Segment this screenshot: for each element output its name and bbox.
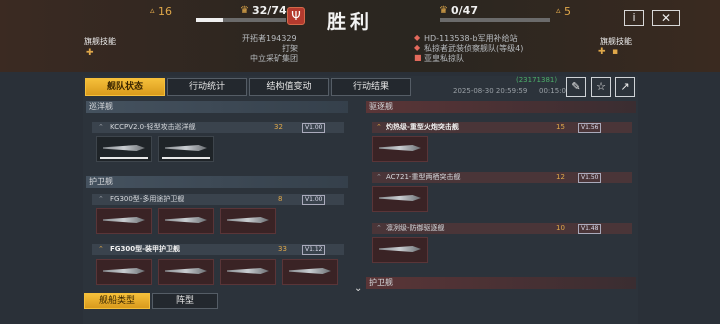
right-skill-icon-1[interactable]: ✚ [598,47,606,57]
chevron-icon: ⌃ [376,224,382,232]
cruiser-count: 32 [274,123,283,131]
battle-header: ▵ 16 ♛ 32/74 Ψ 胜利 ♛ 0/47 ▵ 5 i ✕ 旗舰技能 ✚ … [0,0,720,72]
tab-formation[interactable]: 阵型 [152,293,218,309]
chevron-icon: ⌃ [376,173,382,181]
ship-image [379,195,421,201]
ship-image [379,246,421,252]
escort-1-level: V1.00 [302,195,326,205]
escort-row-1[interactable]: ⌃ FG300型-多用途护卫舰 8 V1.00 [92,194,344,205]
close-button[interactable]: ✕ [652,10,680,26]
tab-action-stats[interactable]: 行动统计 [167,78,247,96]
destroyer-row-3[interactable]: ⌃ 凛冽级-防御驱逐舰 10 V1.48 [372,223,632,234]
escort-2-card-1[interactable] [96,259,152,285]
ship-image [103,145,145,151]
destroyer-section-header: 驱逐舰 [366,101,636,113]
destroyer-2-name: AC721-重型两栖突击舰 [386,173,461,181]
right-triangle-icon: ▵ [556,6,561,16]
ship-image [103,268,145,274]
escort-2-count: 33 [278,245,287,253]
share-report-icon[interactable]: ✎ [566,77,586,97]
destroyer-2-level: V1.50 [578,173,602,183]
destroyer-3-card[interactable] [372,237,428,263]
report-tag: (23171381) [516,76,558,84]
destroyer-2-count: 12 [556,173,565,181]
escort-row-2[interactable]: ⌃ FG300型-装甲护卫舰 33 V1.12 [92,244,344,255]
escort-2-card-2[interactable] [158,259,214,285]
escort-2-level: V1.12 [302,245,326,255]
destroyer-row-2[interactable]: ⌃ AC721-重型两栖突击舰 12 V1.50 [372,172,632,183]
destroyer-row-1[interactable]: ⌃ 灼热级-重型火炮突击舰 15 V1.56 [372,122,632,133]
ship-image [227,217,269,223]
cruiser-name: KCCPV2.0-轻型攻击巡洋舰 [110,123,196,131]
cruiser-card-1[interactable] [96,136,152,162]
report-time: 2025-08-30 20:59:59 [453,87,528,95]
scroll-down-chevron-icon[interactable]: ⌄ [354,283,362,294]
left-line-3: 中立采矿集团 [250,54,298,63]
right-score: 0/47 [451,4,478,17]
result-title: 胜利 [327,11,374,33]
ship-image [227,268,269,274]
escort-2-name: FG300型-装甲护卫舰 [110,245,181,253]
chevron-icon: ⌃ [98,123,104,131]
right-line-3: 亚皇私掠队 [424,54,464,63]
ship-image [165,145,207,151]
destroyer-3-count: 10 [556,224,565,232]
right-count: 5 [564,5,571,18]
escort-1-card-2[interactable] [158,208,214,234]
health-bar [162,157,210,159]
escort-1-card-1[interactable] [96,208,152,234]
chevron-icon: ⌃ [98,245,104,253]
left-skill-icon[interactable]: ✚ [86,48,94,58]
left-score: 32/74 [252,4,287,17]
escort-section-header: 护卫舰 [86,176,348,188]
ship-image [379,145,421,151]
escort-1-name: FG300型-多用途护卫舰 [110,195,185,203]
chevron-icon: ⌃ [98,195,104,203]
chevron-icon: ⌃ [376,123,382,131]
favorite-star-icon[interactable]: ☆ [591,77,611,97]
right-line-1-icon: ◆ [414,33,421,42]
escort-2-card-3[interactable] [220,259,276,285]
destroyer-2-card[interactable] [372,186,428,212]
destroyer-1-count: 15 [556,123,565,131]
faction-emblem-icon: Ψ [287,7,305,25]
cruiser-row[interactable]: ⌃ KCCPV2.0-轻型攻击巡洋舰 32 V1.00 [92,122,344,133]
escort-1-count: 8 [278,195,283,203]
export-icon[interactable]: ↗ [615,77,635,97]
right-crown-icon: ♛ [439,5,448,16]
right-line-3-icon: ■ [414,53,422,62]
right-score-bar [440,18,550,22]
left-triangle-icon: ▵ [150,6,155,16]
tab-fleet-status[interactable]: 舰队状态 [85,78,165,96]
crown-icon: ♛ [240,5,249,16]
tab-structure-change[interactable]: 结构值变动 [249,78,329,96]
health-bar [100,157,148,159]
tab-action-result[interactable]: 行动结果 [331,78,411,96]
ship-image [289,268,331,274]
destroyer-1-level: V1.56 [578,123,602,133]
cruiser-section-header: 巡洋舰 [86,101,348,113]
ship-image [103,217,145,223]
destroyer-1-card[interactable] [372,136,428,162]
ship-image [165,217,207,223]
right-flagship-skill-label: 旗舰技能 [600,37,632,46]
escort-2-card-4[interactable] [282,259,338,285]
tab-ship-type[interactable]: 舰船类型 [84,293,150,309]
info-button[interactable]: i [624,10,644,26]
left-count: 16 [158,5,172,18]
left-score-bar [196,18,286,22]
escort-1-card-3[interactable] [220,208,276,234]
right-line-2-icon: ◆ [414,43,421,52]
left-flagship-skill-label: 旗舰技能 [84,37,116,46]
enemy-escort-section-header: 护卫舰 [366,277,636,289]
cruiser-level: V1.00 [302,123,326,133]
right-skill-icon-2[interactable]: ▪ [612,47,618,57]
ship-image [165,268,207,274]
destroyer-3-level: V1.48 [578,224,602,234]
cruiser-card-2[interactable] [158,136,214,162]
destroyer-3-name: 凛冽级-防御驱逐舰 [386,224,445,232]
destroyer-1-name: 灼热级-重型火炮突击舰 [386,123,459,131]
